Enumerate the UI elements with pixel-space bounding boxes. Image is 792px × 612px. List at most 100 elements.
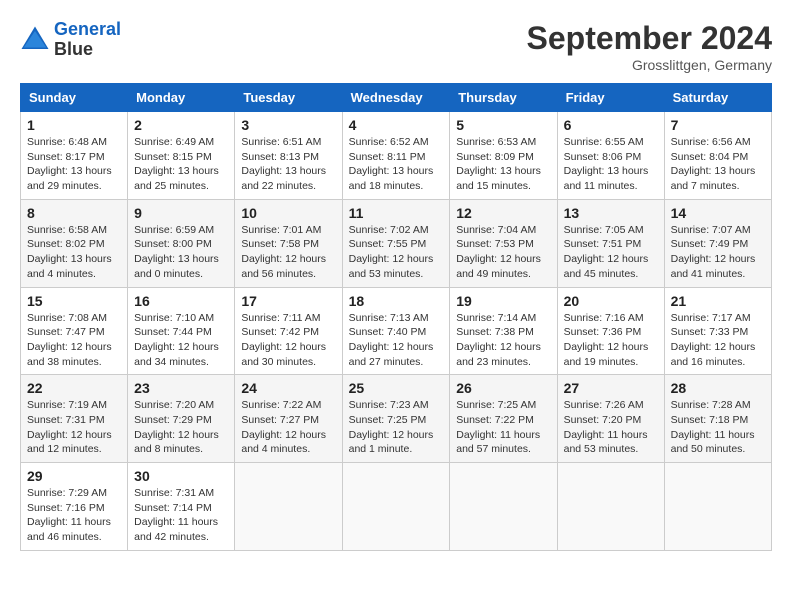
calendar-day-cell xyxy=(664,463,771,551)
day-number: 25 xyxy=(349,380,444,396)
day-info: Sunrise: 7:17 AM Sunset: 7:33 PM Dayligh… xyxy=(671,311,765,370)
day-number: 27 xyxy=(564,380,658,396)
day-info: Sunrise: 7:19 AM Sunset: 7:31 PM Dayligh… xyxy=(27,398,121,457)
day-number: 4 xyxy=(349,117,444,133)
day-number: 19 xyxy=(456,293,550,309)
calendar-body: 1Sunrise: 6:48 AM Sunset: 8:17 PM Daylig… xyxy=(21,112,772,551)
day-info: Sunrise: 7:14 AM Sunset: 7:38 PM Dayligh… xyxy=(456,311,550,370)
calendar-day-cell: 4 Sunrise: 6:52 AM Sunset: 8:11 PM Daylig… xyxy=(342,112,450,200)
day-number: 15 xyxy=(27,293,121,309)
calendar-day-cell xyxy=(557,463,664,551)
calendar-day-cell: 18Sunrise: 7:13 AM Sunset: 7:40 PM Dayli… xyxy=(342,287,450,375)
day-number: 12 xyxy=(456,205,550,221)
calendar-day-cell: 3Sunrise: 6:51 AM Sunset: 8:13 PM Daylig… xyxy=(235,112,342,200)
day-info: Sunrise: 7:16 AM Sunset: 7:36 PM Dayligh… xyxy=(564,311,658,370)
weekday-header-row: SundayMondayTuesdayWednesdayThursdayFrid… xyxy=(21,84,772,112)
weekday-header-cell: Saturday xyxy=(664,84,771,112)
day-number: 5 xyxy=(456,117,550,133)
day-info: Sunrise: 6:49 AM Sunset: 8:15 PM Dayligh… xyxy=(134,135,228,194)
calendar-day-cell: 24 Sunrise: 7:22 AM Sunset: 7:27 PM Dayli… xyxy=(235,375,342,463)
weekday-header-cell: Wednesday xyxy=(342,84,450,112)
month-title: September 2024 xyxy=(527,20,772,57)
day-number: 1 xyxy=(27,117,121,133)
calendar-day-cell xyxy=(342,463,450,551)
day-info: Sunrise: 7:08 AM Sunset: 7:47 PM Dayligh… xyxy=(27,311,121,370)
day-info: Sunrise: 7:02 AM Sunset: 7:55 PM Dayligh… xyxy=(349,223,444,282)
calendar-day-cell: 13Sunrise: 7:05 AM Sunset: 7:51 PM Dayli… xyxy=(557,199,664,287)
calendar-day-cell: 9Sunrise: 6:59 AM Sunset: 8:00 PM Daylig… xyxy=(128,199,235,287)
day-number: 16 xyxy=(134,293,228,309)
calendar-day-cell: 28Sunrise: 7:28 AM Sunset: 7:18 PM Dayli… xyxy=(664,375,771,463)
day-number: 23 xyxy=(134,380,228,396)
day-info: Sunrise: 6:53 AM Sunset: 8:09 PM Dayligh… xyxy=(456,135,550,194)
calendar-day-cell: 11 Sunrise: 7:02 AM Sunset: 7:55 PM Dayli… xyxy=(342,199,450,287)
calendar-day-cell: 16 Sunrise: 7:10 AM Sunset: 7:44 PM Dayli… xyxy=(128,287,235,375)
calendar-day-cell: 17 Sunrise: 7:11 AM Sunset: 7:42 PM Dayli… xyxy=(235,287,342,375)
day-info: Sunrise: 7:11 AM Sunset: 7:42 PM Dayligh… xyxy=(241,311,335,370)
calendar-week-row: 8 Sunrise: 6:58 AM Sunset: 8:02 PM Daylig… xyxy=(21,199,772,287)
day-number: 22 xyxy=(27,380,121,396)
calendar-day-cell: 10 Sunrise: 7:01 AM Sunset: 7:58 PM Dayli… xyxy=(235,199,342,287)
day-info: Sunrise: 6:51 AM Sunset: 8:13 PM Dayligh… xyxy=(241,135,335,194)
day-number: 13 xyxy=(564,205,658,221)
day-number: 7 xyxy=(671,117,765,133)
day-info: Sunrise: 7:04 AM Sunset: 7:53 PM Dayligh… xyxy=(456,223,550,282)
day-info: Sunrise: 7:29 AM Sunset: 7:16 PM Dayligh… xyxy=(27,486,121,545)
day-number: 9 xyxy=(134,205,228,221)
day-info: Sunrise: 6:55 AM Sunset: 8:06 PM Dayligh… xyxy=(564,135,658,194)
logo-icon xyxy=(20,25,50,55)
day-number: 14 xyxy=(671,205,765,221)
day-info: Sunrise: 7:26 AM Sunset: 7:20 PM Dayligh… xyxy=(564,398,658,457)
calendar-day-cell: 20 Sunrise: 7:16 AM Sunset: 7:36 PM Dayli… xyxy=(557,287,664,375)
day-info: Sunrise: 7:31 AM Sunset: 7:14 PM Dayligh… xyxy=(134,486,228,545)
calendar-week-row: 15 Sunrise: 7:08 AM Sunset: 7:47 PM Dayli… xyxy=(21,287,772,375)
weekday-header-cell: Thursday xyxy=(450,84,557,112)
calendar-day-cell: 25 Sunrise: 7:23 AM Sunset: 7:25 PM Dayli… xyxy=(342,375,450,463)
logo: GeneralBlue xyxy=(20,20,121,60)
day-number: 24 xyxy=(241,380,335,396)
day-info: Sunrise: 7:22 AM Sunset: 7:27 PM Dayligh… xyxy=(241,398,335,457)
calendar-day-cell: 15 Sunrise: 7:08 AM Sunset: 7:47 PM Dayli… xyxy=(21,287,128,375)
calendar-day-cell: 1Sunrise: 6:48 AM Sunset: 8:17 PM Daylig… xyxy=(21,112,128,200)
title-block: September 2024 Grosslittgen, Germany xyxy=(527,20,772,73)
calendar-week-row: 22 Sunrise: 7:19 AM Sunset: 7:31 PM Dayli… xyxy=(21,375,772,463)
calendar-day-cell: 7Sunrise: 6:56 AM Sunset: 8:04 PM Daylig… xyxy=(664,112,771,200)
day-info: Sunrise: 6:52 AM Sunset: 8:11 PM Dayligh… xyxy=(349,135,444,194)
location: Grosslittgen, Germany xyxy=(527,57,772,73)
day-number: 17 xyxy=(241,293,335,309)
weekday-header-cell: Sunday xyxy=(21,84,128,112)
weekday-header-cell: Friday xyxy=(557,84,664,112)
day-info: Sunrise: 7:28 AM Sunset: 7:18 PM Dayligh… xyxy=(671,398,765,457)
day-info: Sunrise: 6:58 AM Sunset: 8:02 PM Dayligh… xyxy=(27,223,121,282)
day-number: 11 xyxy=(349,205,444,221)
calendar-day-cell: 6 Sunrise: 6:55 AM Sunset: 8:06 PM Daylig… xyxy=(557,112,664,200)
day-info: Sunrise: 7:07 AM Sunset: 7:49 PM Dayligh… xyxy=(671,223,765,282)
calendar-day-cell xyxy=(450,463,557,551)
day-info: Sunrise: 7:10 AM Sunset: 7:44 PM Dayligh… xyxy=(134,311,228,370)
calendar-day-cell: 12 Sunrise: 7:04 AM Sunset: 7:53 PM Dayli… xyxy=(450,199,557,287)
day-number: 26 xyxy=(456,380,550,396)
day-number: 8 xyxy=(27,205,121,221)
page-header: GeneralBlue September 2024 Grosslittgen,… xyxy=(20,20,772,73)
calendar-day-cell: 14 Sunrise: 7:07 AM Sunset: 7:49 PM Dayli… xyxy=(664,199,771,287)
calendar-day-cell: 8 Sunrise: 6:58 AM Sunset: 8:02 PM Daylig… xyxy=(21,199,128,287)
day-number: 18 xyxy=(349,293,444,309)
day-number: 10 xyxy=(241,205,335,221)
calendar-day-cell: 5 Sunrise: 6:53 AM Sunset: 8:09 PM Daylig… xyxy=(450,112,557,200)
calendar-day-cell: 27 Sunrise: 7:26 AM Sunset: 7:20 PM Dayli… xyxy=(557,375,664,463)
day-number: 20 xyxy=(564,293,658,309)
calendar-day-cell: 26Sunrise: 7:25 AM Sunset: 7:22 PM Dayli… xyxy=(450,375,557,463)
calendar-day-cell: 29Sunrise: 7:29 AM Sunset: 7:16 PM Dayli… xyxy=(21,463,128,551)
day-info: Sunrise: 7:23 AM Sunset: 7:25 PM Dayligh… xyxy=(349,398,444,457)
day-info: Sunrise: 7:01 AM Sunset: 7:58 PM Dayligh… xyxy=(241,223,335,282)
calendar-week-row: 1Sunrise: 6:48 AM Sunset: 8:17 PM Daylig… xyxy=(21,112,772,200)
calendar-day-cell: 30Sunrise: 7:31 AM Sunset: 7:14 PM Dayli… xyxy=(128,463,235,551)
weekday-header-cell: Monday xyxy=(128,84,235,112)
calendar-day-cell xyxy=(235,463,342,551)
calendar-day-cell: 2Sunrise: 6:49 AM Sunset: 8:15 PM Daylig… xyxy=(128,112,235,200)
day-info: Sunrise: 7:20 AM Sunset: 7:29 PM Dayligh… xyxy=(134,398,228,457)
weekday-header-cell: Tuesday xyxy=(235,84,342,112)
day-number: 6 xyxy=(564,117,658,133)
calendar-day-cell: 22 Sunrise: 7:19 AM Sunset: 7:31 PM Dayli… xyxy=(21,375,128,463)
logo-text: GeneralBlue xyxy=(54,20,121,60)
